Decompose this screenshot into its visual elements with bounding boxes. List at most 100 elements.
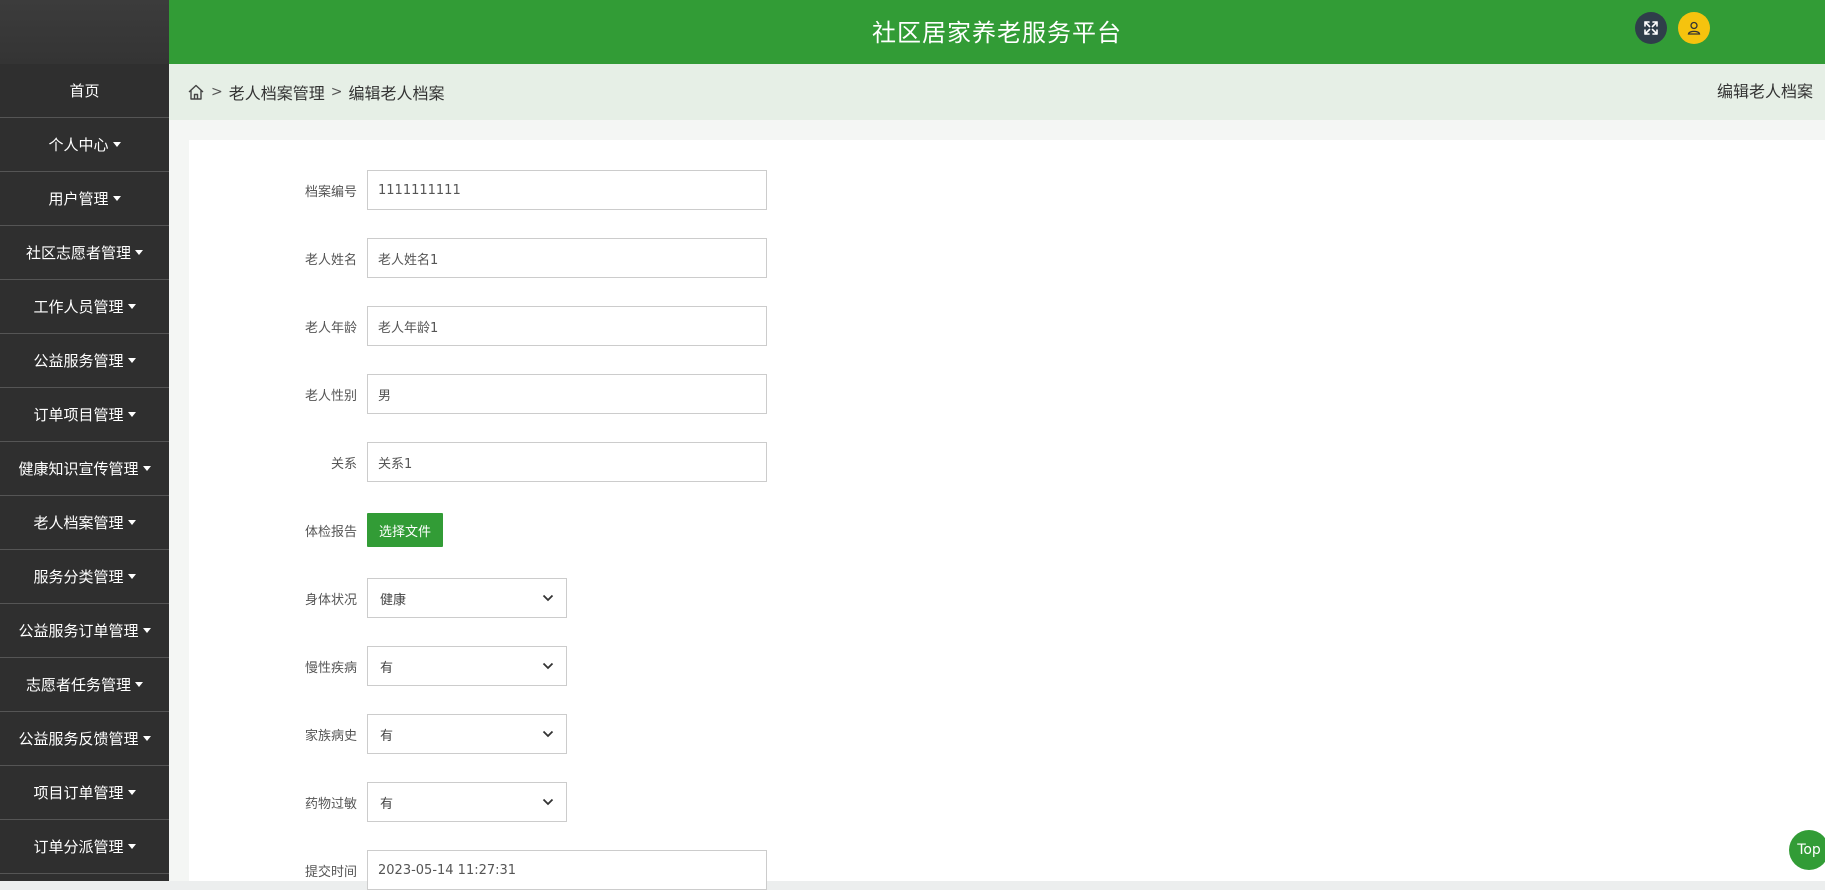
choose-file-button[interactable]: 选择文件 — [367, 513, 444, 547]
sidebar-item[interactable]: 服务分类管理 — [0, 550, 169, 604]
edit-form-panel: 档案编号 老人姓名 老人年龄 老人性别 关系 体检报告 选择文件 身体状况 健康… — [189, 140, 1825, 890]
breadcrumb-separator: > — [330, 84, 343, 100]
chronic-label: 慢性疾病 — [304, 660, 357, 676]
sidebar: 首页个人中心用户管理社区志愿者管理 工作人员管理 公益服务管理 订单项目管理 健康知识宣… — [0, 0, 169, 881]
sidebar-item-label: 订单项目管理 — [33, 406, 124, 424]
elder-age-label: 老人年龄 — [304, 320, 357, 336]
family-history-select[interactable]: 有 — [367, 714, 567, 754]
form-row-drug-allergy: 药物过敏 有 — [189, 782, 567, 822]
back-to-top-button[interactable]: Top — [1789, 830, 1825, 870]
caret-down-icon — [135, 682, 143, 687]
drug-allergy-label: 药物过敏 — [304, 796, 357, 812]
form-row-elder-name: 老人姓名 — [189, 238, 767, 278]
submit-time-input[interactable] — [367, 850, 767, 890]
sidebar-item[interactable]: 公益服务反馈管理 — [0, 712, 169, 766]
chevron-down-icon — [542, 662, 554, 670]
sidebar-item-label: 服务分类管理 — [33, 568, 124, 586]
elder-gender-label: 老人性别 — [304, 388, 357, 404]
fullscreen-button[interactable] — [1635, 12, 1667, 44]
sidebar-item-label: 工作人员管理 — [33, 298, 124, 316]
health-select-value: 健康 — [380, 592, 407, 608]
drug-allergy-select[interactable]: 有 — [367, 782, 567, 822]
user-button[interactable] — [1678, 12, 1710, 44]
sidebar-item-label: 志愿者任务管理 — [25, 676, 131, 694]
chronic-select[interactable]: 有 — [367, 646, 567, 686]
chronic-select-value: 有 — [380, 660, 394, 676]
page-title: 编辑老人档案 — [1716, 82, 1813, 101]
drug-allergy-select-value: 有 — [380, 796, 394, 812]
caret-down-icon — [142, 628, 151, 633]
sidebar-item[interactable]: 首页 — [0, 64, 169, 118]
sidebar-item-label: 首页 — [69, 82, 100, 100]
sidebar-item-label: 公益服务订单管理 — [18, 622, 139, 640]
chevron-down-icon — [542, 594, 554, 602]
breadcrumb-current: 编辑老人档案 — [348, 84, 445, 103]
caret-down-icon — [112, 196, 121, 201]
form-row-chronic: 慢性疾病 有 — [189, 646, 567, 686]
sidebar-item[interactable]: 订单分派管理 — [0, 820, 169, 874]
home-icon — [188, 84, 204, 100]
form-row-report: 体检报告 选择文件 — [189, 510, 444, 550]
form-row-submit-time: 提交时间 — [189, 850, 767, 890]
sidebar-item[interactable]: 志愿者任务管理 — [0, 658, 169, 712]
health-select[interactable]: 健康 — [367, 578, 567, 618]
caret-down-icon — [127, 574, 136, 579]
chevron-down-icon — [542, 798, 554, 806]
relation-label: 关系 — [330, 456, 357, 472]
form-row-archive-no: 档案编号 — [189, 170, 767, 210]
sidebar-item[interactable]: 社区志愿者管理 — [0, 226, 169, 280]
top-header: 社区居家养老服务平台 — [169, 0, 1825, 64]
caret-down-icon — [127, 304, 136, 309]
user-icon — [1687, 21, 1701, 35]
elder-gender-input[interactable] — [367, 374, 767, 414]
sidebar-item-label: 健康知识宣传管理 — [18, 460, 139, 478]
sidebar-item-label: 公益服务管理 — [33, 352, 124, 370]
breadcrumb-elder-archive[interactable]: 老人档案管理 — [229, 80, 325, 104]
sidebar-item[interactable]: 公益服务管理 — [0, 334, 169, 388]
form-row-relation: 关系 — [189, 442, 767, 482]
sidebar-item-label: 个人中心 — [48, 136, 109, 154]
sidebar-item[interactable]: 用户管理 — [0, 172, 169, 226]
form-row-family-history: 家族病史 有 — [189, 714, 567, 754]
elder-name-label: 老人姓名 — [304, 252, 357, 268]
sidebar-item-label: 老人档案管理 — [33, 514, 124, 532]
sidebar-item-label: 用户管理 — [48, 190, 109, 208]
breadcrumb-separator: > — [211, 84, 223, 100]
sidebar-item-label: 公益服务反馈管理 — [18, 730, 139, 748]
family-history-label: 家族病史 — [304, 728, 357, 744]
breadcrumb-home[interactable] — [187, 83, 205, 101]
form-row-elder-age: 老人年龄 — [189, 306, 767, 346]
sidebar-item[interactable]: 工作人员管理 — [0, 280, 169, 334]
caret-down-icon — [127, 412, 136, 417]
app-title: 社区居家养老服务平台 — [872, 19, 1122, 47]
caret-down-icon — [142, 466, 151, 471]
caret-down-icon — [127, 844, 136, 849]
submit-time-label: 提交时间 — [304, 864, 357, 880]
form-row-health: 身体状况 健康 — [189, 578, 567, 618]
sidebar-item[interactable]: 个人中心 — [0, 118, 169, 172]
sidebar-item[interactable]: 公益服务订单管理 — [0, 604, 169, 658]
health-label: 身体状况 — [304, 592, 357, 608]
archive-no-label: 档案编号 — [304, 184, 357, 200]
caret-down-icon — [142, 736, 151, 741]
sidebar-item-label: 社区志愿者管理 — [25, 244, 131, 262]
sidebar-item[interactable]: 老人档案管理 — [0, 496, 169, 550]
sidebar-item[interactable]: 订单项目管理 — [0, 388, 169, 442]
sidebar-item-label: 订单分派管理 — [33, 838, 124, 856]
caret-down-icon — [112, 142, 121, 147]
chevron-down-icon — [542, 730, 554, 738]
sidebar-item[interactable]: 健康知识宣传管理 — [0, 442, 169, 496]
relation-input[interactable] — [367, 442, 767, 482]
breadcrumb: > 老人档案管理 > 编辑老人档案 编辑老人档案 — [169, 64, 1825, 120]
caret-down-icon — [127, 790, 136, 795]
family-history-select-value: 有 — [380, 728, 394, 744]
caret-down-icon — [135, 250, 143, 255]
expand-arrows-icon — [1644, 21, 1658, 35]
archive-no-input[interactable] — [367, 170, 767, 210]
caret-down-icon — [127, 520, 136, 525]
caret-down-icon — [127, 358, 136, 363]
elder-name-input[interactable] — [367, 238, 767, 278]
sidebar-logo-area — [0, 0, 169, 64]
elder-age-input[interactable] — [367, 306, 767, 346]
sidebar-item[interactable]: 项目订单管理 — [0, 766, 169, 820]
